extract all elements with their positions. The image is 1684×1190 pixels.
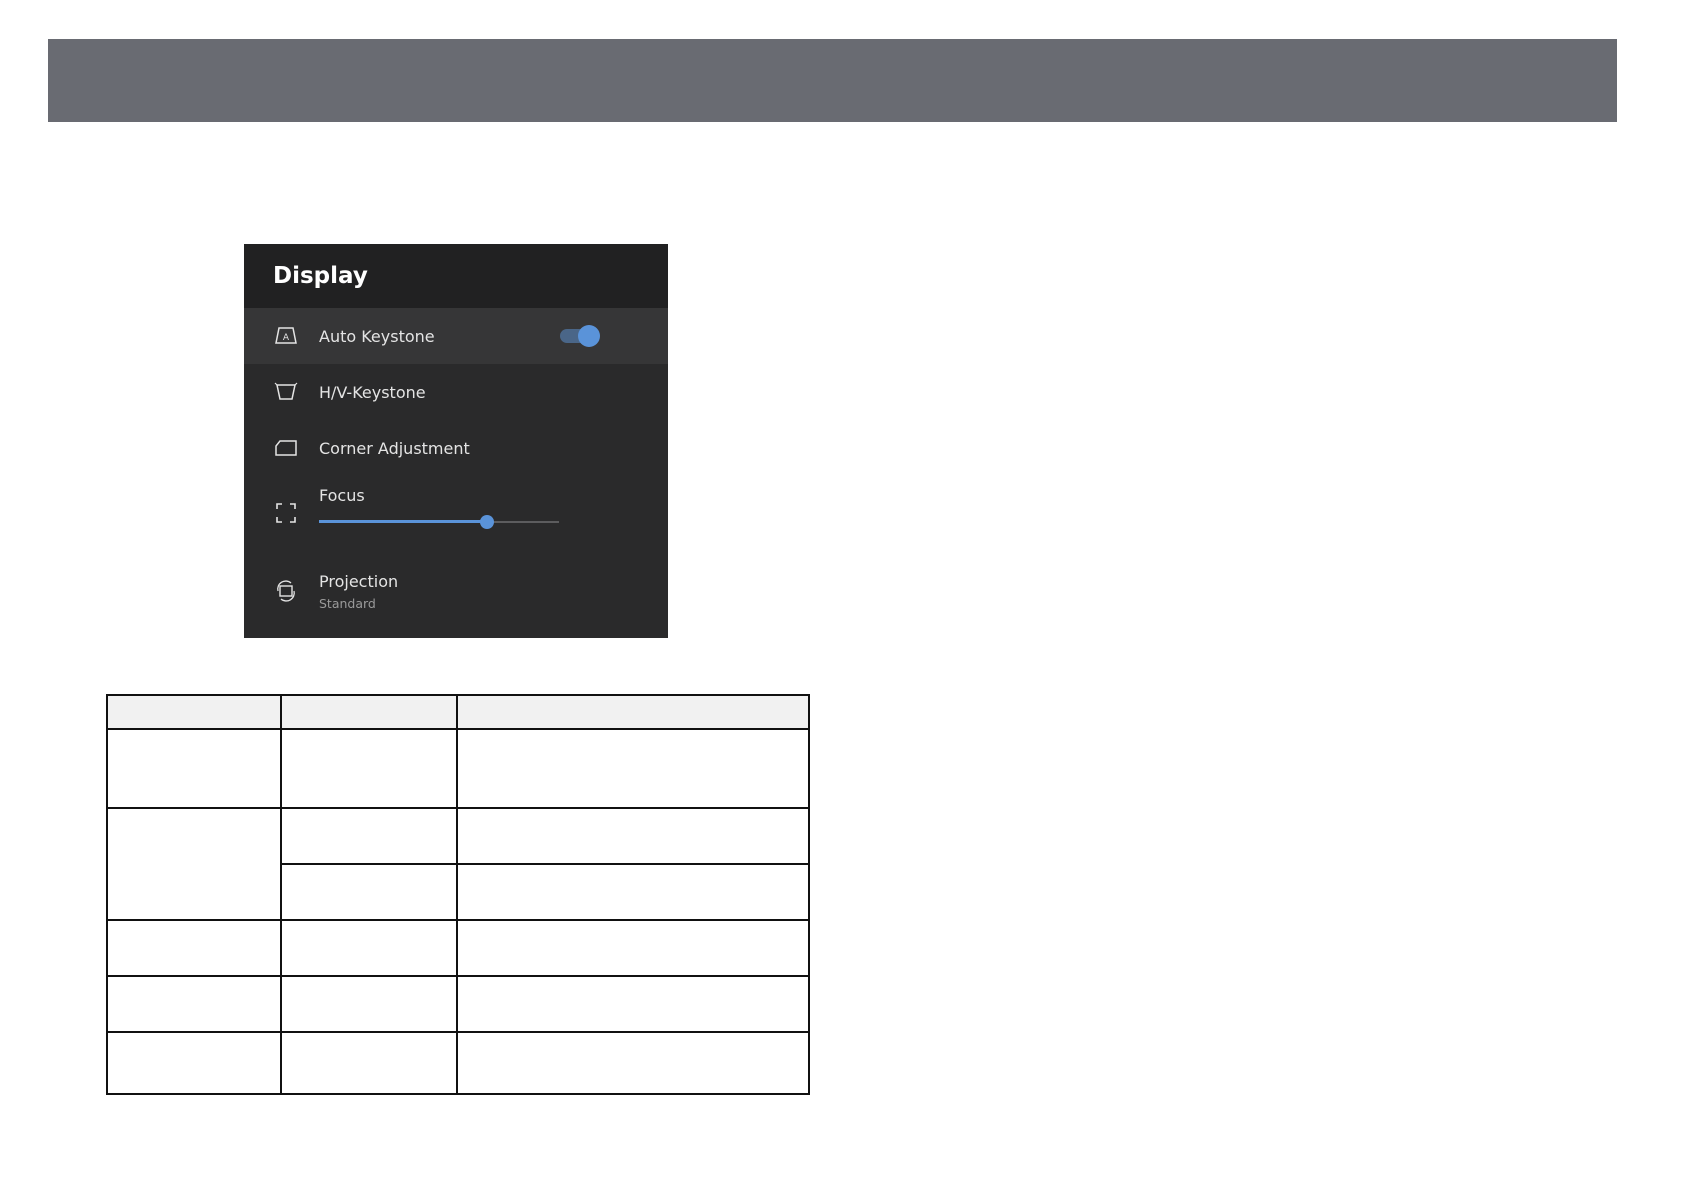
table-header-row	[106, 694, 810, 730]
menu-item-label: Projection	[319, 571, 399, 591]
table-cell	[280, 863, 458, 921]
menu-item-label: Auto Keystone	[319, 326, 435, 346]
table-cell	[456, 975, 810, 1033]
table-row	[106, 975, 810, 1033]
svg-text:A: A	[283, 333, 290, 343]
table-cell	[106, 807, 282, 921]
table-cell	[106, 1031, 282, 1095]
display-settings-panel: Display A Auto Keystone H/V-Keystone Cor…	[244, 244, 668, 638]
hv-keystone-icon	[273, 379, 299, 405]
slider-fill	[319, 520, 487, 523]
auto-keystone-toggle[interactable]	[560, 325, 600, 347]
menu-item-focus[interactable]: Focus	[244, 476, 668, 554]
table-cell	[280, 919, 458, 977]
menu-item-label: Focus	[319, 486, 365, 505]
table-row	[106, 1031, 810, 1095]
projection-mode-value: Standard	[319, 595, 376, 611]
table-row	[106, 807, 810, 921]
panel-title: Display	[273, 263, 368, 289]
table-cell	[456, 1031, 810, 1095]
table-header-cell	[106, 694, 282, 730]
table-cell	[456, 863, 810, 921]
auto-keystone-icon: A	[273, 323, 299, 349]
table-row	[106, 919, 810, 977]
menu-item-projection[interactable]: Projection Standard	[244, 554, 668, 628]
table-cell	[280, 1031, 458, 1095]
table-header-cell	[280, 694, 458, 730]
table-header-cell	[456, 694, 810, 730]
table-cell	[106, 975, 282, 1033]
focus-slider[interactable]	[319, 515, 559, 529]
top-banner	[48, 39, 1617, 122]
table-cell	[456, 919, 810, 977]
menu-item-hv-keystone[interactable]: H/V-Keystone	[244, 364, 668, 420]
panel-header: Display	[244, 244, 668, 308]
table-cell	[280, 975, 458, 1033]
focus-icon	[273, 500, 299, 526]
table-cell	[456, 728, 810, 809]
projection-icon	[273, 578, 299, 604]
table-cell	[280, 807, 458, 865]
table-cell	[280, 728, 458, 809]
table-row	[106, 728, 810, 809]
menu-item-label: Corner Adjustment	[319, 438, 470, 458]
slider-thumb[interactable]	[480, 515, 494, 529]
table-cell	[456, 807, 810, 865]
table-cell	[106, 919, 282, 977]
menu-item-auto-keystone[interactable]: A Auto Keystone	[244, 308, 668, 364]
table-cell	[106, 728, 282, 809]
corner-adjustment-icon	[273, 435, 299, 461]
menu-item-label: H/V-Keystone	[319, 382, 426, 402]
info-table	[106, 694, 810, 1095]
menu-item-corner-adjustment[interactable]: Corner Adjustment	[244, 420, 668, 476]
toggle-knob	[578, 325, 600, 347]
